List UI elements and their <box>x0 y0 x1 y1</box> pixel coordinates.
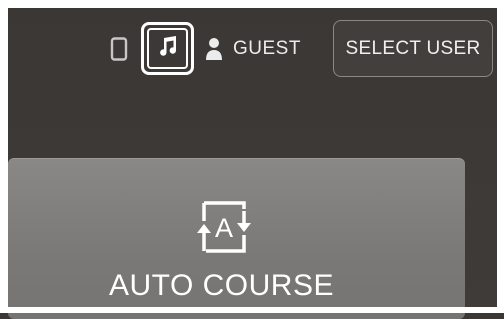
current-user: GUEST <box>205 36 301 62</box>
music-note-icon <box>157 35 179 62</box>
auto-course-tile[interactable]: A AUTO COURSE <box>8 158 465 319</box>
music-button[interactable] <box>141 22 194 75</box>
select-user-button[interactable]: SELECT USER <box>333 20 493 77</box>
auto-course-icon: A <box>190 199 260 259</box>
auto-course-icon-letter: A <box>215 213 233 243</box>
phone-icon[interactable] <box>110 37 128 61</box>
top-bar: GUEST SELECT USER <box>0 0 504 100</box>
user-name-label: GUEST <box>233 38 301 59</box>
music-button-inner <box>147 28 188 69</box>
user-icon <box>205 37 223 61</box>
auto-course-label: AUTO COURSE <box>109 269 334 302</box>
